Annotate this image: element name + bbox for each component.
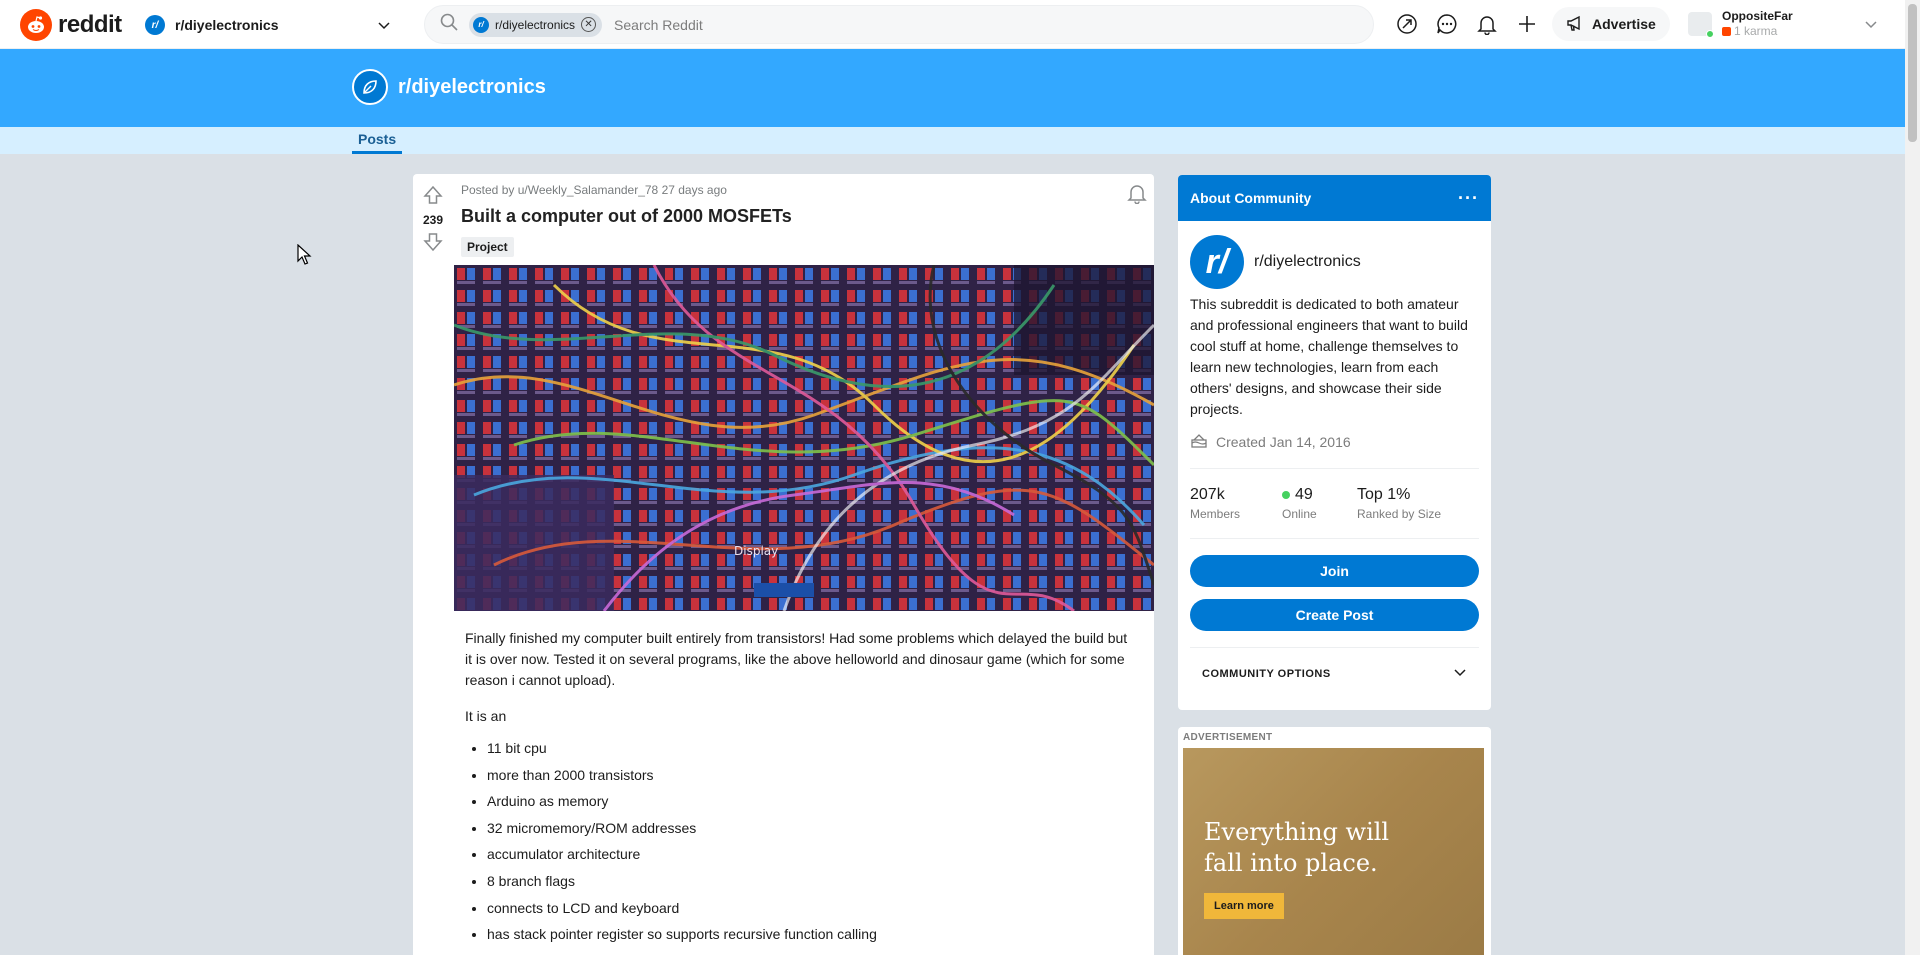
subreddit-name[interactable]: r/diyelectronics [1254,253,1361,271]
scrollbar-thumb[interactable] [1908,4,1917,142]
list-item: accumulator architecture [487,844,1135,865]
username: OppositeFar [1722,9,1793,23]
post-paragraph: It is an [465,708,507,724]
list-item: Arduino as memory [487,791,1135,812]
online-stat: 49 Online [1282,486,1317,521]
reddit-home-link[interactable]: reddit [20,9,122,41]
community-banner: r/diyelectronics [0,49,1905,127]
search-icon [439,12,459,37]
divider [1190,647,1479,648]
avatar [1688,12,1714,38]
subreddit-icon: r/ [145,15,165,35]
search-input[interactable]: Search Reddit [614,17,703,33]
rank-stat: Top 1% Ranked by Size [1357,486,1442,521]
advertise-label: Advertise [1592,16,1656,32]
reddit-logo-icon [20,9,52,41]
leaf-icon [352,69,388,105]
subreddit-icon: r/ [473,16,489,33]
post-image[interactable]: Display [454,265,1154,611]
created-date: Created Jan 14, 2016 [1190,431,1351,452]
post-meta[interactable]: Posted by u/Weekly_Salamander_78 27 days… [461,183,727,197]
community-options-toggle[interactable]: COMMUNITY OPTIONS [1190,665,1479,682]
about-community-header: About Community ··· [1178,175,1491,221]
megaphone-icon [1566,14,1584,35]
post-flair[interactable]: Project [461,237,514,257]
post-paragraph: Finally finished my computer built entir… [465,630,1128,688]
popular-icon[interactable] [1395,12,1419,36]
community-dropdown-label: r/diyelectronics [175,17,279,33]
post-body: Finally finished my computer built entir… [465,628,1135,951]
notifications-icon[interactable] [1475,12,1499,36]
vote-column: 239 [413,174,453,258]
image-display-label: Display [734,544,778,558]
search-chip-label: r/diyelectronics [495,17,576,32]
list-item: more than 2000 transistors [487,765,1135,786]
chat-icon[interactable] [1435,12,1459,36]
bell-icon[interactable] [1126,182,1148,209]
post-card[interactable]: 239 Posted by u/Weekly_Salamander_78 27 … [413,174,1154,955]
members-stat: 207k Members [1190,486,1241,521]
advertisement-label: ADVERTISEMENT [1183,732,1273,743]
karma-count: 1 karma [1722,24,1793,39]
community-description: This subreddit is dedicated to both amat… [1190,296,1468,417]
chevron-down-icon [1864,17,1878,36]
online-status-dot [1706,30,1714,38]
reddit-wordmark: reddit [58,11,122,38]
about-community-title: About Community [1190,190,1312,206]
chevron-down-icon [1453,665,1467,682]
community-title: r/diyelectronics [398,75,546,98]
create-post-icon[interactable] [1515,12,1539,36]
upvote-icon[interactable] [422,184,444,211]
mouse-cursor-icon [297,243,313,271]
cake-icon [1190,431,1208,452]
more-options-icon[interactable]: ··· [1458,188,1479,209]
divider [1190,538,1479,539]
search-bar[interactable]: r/ r/diyelectronics ✕ Search Reddit [424,5,1374,44]
vote-score: 239 [422,213,444,227]
online-dot-icon [1282,491,1290,499]
user-menu[interactable]: OppositeFar 1 karma [1686,5,1886,43]
karma-icon [1722,27,1731,36]
ad-headline: Everything will fall into place. [1204,818,1390,877]
page-scrollbar[interactable] [1905,0,1920,955]
chevron-down-icon [377,18,391,37]
search-community-chip[interactable]: r/ r/diyelectronics ✕ [469,12,603,37]
subreddit-avatar: r/ [1190,235,1244,289]
top-navigation-bar: reddit r/ r/diyelectronics r/ r/diyelect… [0,0,1905,49]
community-tab-bar: Posts [0,127,1905,154]
ad-learn-more-button[interactable]: Learn more [1204,893,1284,919]
advertisement-card: ADVERTISEMENT Everything will fall into … [1178,727,1491,955]
list-item: 32 micromemory/ROM addresses [487,818,1135,839]
create-post-button[interactable]: Create Post [1190,599,1479,631]
list-item: has stack pointer register so supports r… [487,924,1135,945]
spec-list: 11 bit cpu more than 2000 transistors Ar… [487,738,1135,945]
downvote-icon[interactable] [422,231,444,258]
community-dropdown[interactable]: r/ r/diyelectronics [145,10,397,40]
community-stats: 207k Members 49 Online Top 1% Ranked by … [1190,486,1441,521]
clear-chip-icon[interactable]: ✕ [581,17,597,32]
divider [1190,468,1479,469]
list-item: 11 bit cpu [487,738,1135,759]
post-title[interactable]: Built a computer out of 2000 MOSFETs [461,206,792,227]
advertise-button[interactable]: Advertise [1552,7,1670,41]
list-item: 8 branch flags [487,871,1135,892]
about-community-card: About Community ··· r/ r/diyelectronics … [1178,175,1491,710]
advertisement-image[interactable]: Everything will fall into place. Learn m… [1183,748,1484,955]
join-button[interactable]: Join [1190,555,1479,587]
list-item: connects to LCD and keyboard [487,898,1135,919]
tab-posts[interactable]: Posts [352,131,403,154]
